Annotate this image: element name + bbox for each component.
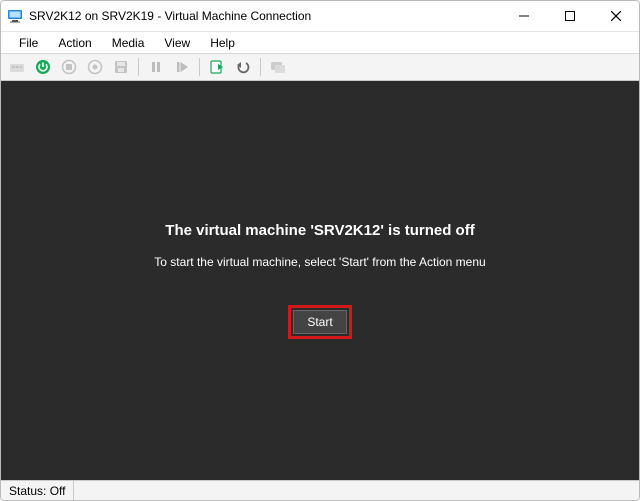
titlebar: SRV2K12 on SRV2K19 - Virtual Machine Con… <box>1 1 639 31</box>
menu-action[interactable]: Action <box>48 34 101 52</box>
toolbar-separator <box>260 58 261 76</box>
maximize-button[interactable] <box>547 1 593 31</box>
statusbar: Status: Off <box>1 480 639 500</box>
menu-help[interactable]: Help <box>200 34 245 52</box>
app-icon <box>7 8 23 24</box>
menu-media[interactable]: Media <box>102 34 155 52</box>
shutdown-icon[interactable] <box>83 56 107 78</box>
vm-connection-window: SRV2K12 on SRV2K19 - Virtual Machine Con… <box>0 0 640 501</box>
toolbar-separator <box>138 58 139 76</box>
enhanced-session-icon[interactable] <box>266 56 290 78</box>
close-button[interactable] <box>593 1 639 31</box>
start-button[interactable]: Start <box>293 310 347 334</box>
checkpoint-icon[interactable] <box>205 56 229 78</box>
start-icon[interactable] <box>31 56 55 78</box>
vm-state-subtitle: To start the virtual machine, select 'St… <box>154 255 485 269</box>
menubar: File Action Media View Help <box>1 31 639 53</box>
minimize-button[interactable] <box>501 1 547 31</box>
pause-icon[interactable] <box>144 56 168 78</box>
vm-display-area: The virtual machine 'SRV2K12' is turned … <box>1 81 639 480</box>
revert-icon[interactable] <box>231 56 255 78</box>
menu-view[interactable]: View <box>154 34 200 52</box>
turnoff-icon[interactable] <box>57 56 81 78</box>
toolbar <box>1 53 639 81</box>
menu-file[interactable]: File <box>9 34 48 52</box>
vm-state-title: The virtual machine 'SRV2K12' is turned … <box>165 222 474 239</box>
ctrl-alt-del-icon[interactable] <box>5 56 29 78</box>
toolbar-separator <box>199 58 200 76</box>
save-icon[interactable] <box>109 56 133 78</box>
reset-icon[interactable] <box>170 56 194 78</box>
window-title: SRV2K12 on SRV2K19 - Virtual Machine Con… <box>29 9 501 23</box>
status-text: Status: Off <box>1 481 74 500</box>
start-button-highlight: Start <box>288 305 352 339</box>
